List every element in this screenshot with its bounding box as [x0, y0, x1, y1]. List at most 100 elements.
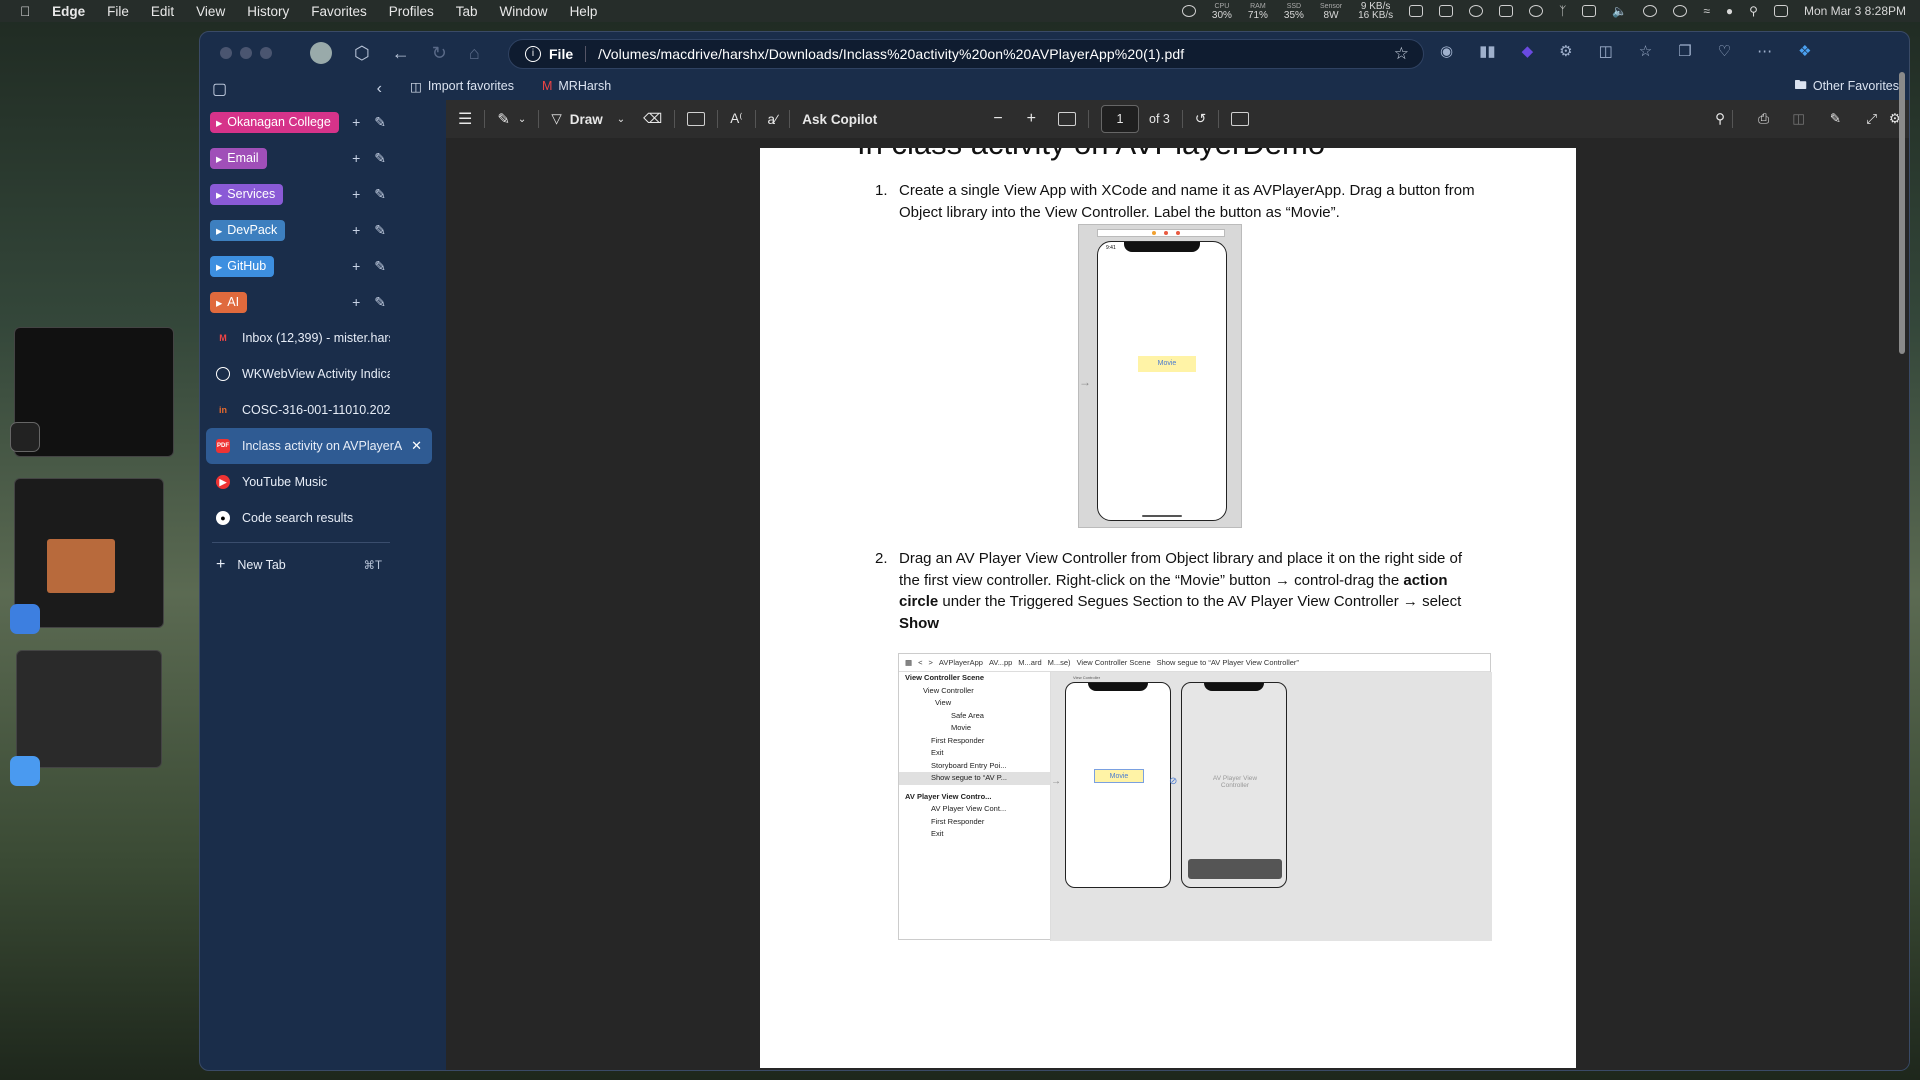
menu-view[interactable]: View — [196, 4, 225, 19]
zoom-in-icon[interactable]: + — [1027, 110, 1036, 128]
maximize-window-button[interactable] — [260, 47, 272, 59]
eraser-icon[interactable]: ⌫ — [643, 111, 662, 127]
favorites-icon[interactable]: ☆ — [1639, 42, 1652, 60]
finder-icon[interactable] — [10, 756, 40, 786]
draw-dropdown-icon[interactable]: ⌄ — [617, 114, 625, 125]
collapse-sidebar-icon[interactable]: ‹ — [377, 80, 382, 98]
status-icon[interactable] — [1181, 5, 1196, 17]
volume-icon[interactable]: 🔈 — [1612, 4, 1627, 18]
group-pill[interactable]: ▸ Email — [210, 147, 267, 169]
tab-gmail-inbox[interactable]: M Inbox (12,399) - mister.harshkumar — [200, 320, 390, 356]
apple-icon[interactable]:  — [20, 4, 30, 19]
close-window-button[interactable] — [220, 47, 232, 59]
page-view-icon[interactable] — [1231, 112, 1250, 126]
contents-icon[interactable]: ☰ — [458, 109, 472, 129]
pdf-scrollbar[interactable] — [1899, 72, 1905, 354]
url-text[interactable]: /Volumes/macdrive/harshx/Downloads/Incla… — [598, 46, 1184, 62]
tab-group-github[interactable]: ▸ GitHub + ✎ — [200, 248, 400, 284]
zoom-out-icon[interactable]: − — [993, 110, 1002, 128]
group-pill[interactable]: ▸ Okanagan College — [210, 111, 339, 133]
draw-button[interactable]: Draw — [570, 112, 603, 127]
save-icon[interactable]: ◫ — [1792, 111, 1805, 127]
menu-favorites[interactable]: Favorites — [311, 4, 367, 19]
mrharsh-favorite[interactable]: M MRHarsh — [542, 79, 611, 93]
page-number-input[interactable]: 1 — [1101, 105, 1139, 133]
ssd-stat[interactable]: SSD 35% — [1284, 2, 1304, 21]
add-tab-icon[interactable]: + — [352, 258, 360, 275]
cpu-stat[interactable]: CPU 30% — [1212, 2, 1232, 21]
fullscreen-icon[interactable]: ⤢ — [1866, 111, 1877, 127]
tab-code-search[interactable]: ● Code search results — [200, 500, 390, 536]
edit-group-icon[interactable]: ✎ — [374, 222, 386, 239]
new-tab-button[interactable]: + New Tab ⌘T — [200, 549, 400, 581]
menu-datetime[interactable]: Mon Mar 3 8:28PM — [1804, 4, 1906, 18]
bluetooth-icon[interactable]: ᛉ — [1559, 4, 1566, 18]
menu-file[interactable]: File — [107, 4, 129, 19]
tab-youtube-music[interactable]: ▶ YouTube Music — [200, 464, 390, 500]
copilot-icon[interactable]: ❖ — [1798, 42, 1811, 60]
person-icon[interactable]: ● — [1726, 4, 1733, 18]
group-pill[interactable]: ▸ GitHub — [210, 255, 275, 277]
address-bar[interactable]: i File /Volumes/macdrive/harshx/Download… — [508, 39, 1424, 69]
edit-group-icon[interactable]: ✎ — [374, 150, 386, 167]
more-menu-icon[interactable]: ⋯ — [1757, 42, 1772, 60]
collections-icon[interactable]: ❐ — [1678, 42, 1691, 60]
tab-wkwebview[interactable]: WKWebView Activity Indicator C — [200, 356, 390, 392]
close-tab-icon[interactable]: ✕ — [411, 438, 422, 454]
clock-icon[interactable] — [1469, 5, 1484, 17]
add-tab-icon[interactable]: + — [352, 114, 360, 131]
print-icon[interactable]: ⎙ — [1758, 111, 1769, 127]
search-icon[interactable]: ⚲ — [1715, 111, 1725, 127]
add-tab-icon[interactable]: + — [352, 222, 360, 239]
battery-icon[interactable] — [1439, 5, 1454, 17]
screen-icon[interactable] — [1499, 5, 1514, 17]
add-tab-icon[interactable]: + — [352, 294, 360, 311]
display-icon[interactable] — [1409, 5, 1424, 17]
tab-inclass-activity[interactable]: PDF Inclass activity on AVPlayerApp ✕ — [206, 428, 432, 464]
edit-group-icon[interactable]: ✎ — [374, 186, 386, 203]
save-as-icon[interactable]: ✎ — [1830, 111, 1841, 127]
profile-avatar[interactable] — [310, 42, 332, 64]
edit-group-icon[interactable]: ✎ — [374, 258, 386, 275]
add-tab-icon[interactable]: + — [352, 150, 360, 167]
highlight-dropdown-icon[interactable]: ⌄ — [518, 114, 526, 125]
split-screen-icon[interactable]: ◫ — [1599, 42, 1613, 60]
workspaces-icon[interactable]: ⬡ — [354, 43, 370, 64]
browser-essentials-icon[interactable]: ♡ — [1718, 42, 1731, 60]
tab-group-email[interactable]: ▸ Email + ✎ — [200, 140, 400, 176]
menu-help[interactable]: Help — [570, 4, 598, 19]
app-window-thumbnail[interactable] — [16, 650, 162, 768]
ask-copilot-button[interactable]: Ask Copilot — [802, 112, 877, 127]
tab-actions-icon[interactable]: ▢ — [212, 79, 227, 99]
highlight-icon[interactable]: ✎ — [497, 110, 510, 128]
group-pill[interactable]: ▸ Services — [210, 183, 284, 205]
cast-icon[interactable] — [1582, 5, 1597, 17]
other-favorites[interactable]: 🖿 Other Favorites — [1794, 76, 1899, 97]
network-stat[interactable]: 9 KB/s 16 KB/s — [1358, 2, 1393, 21]
tab-cosc-316[interactable]: in COSC-316-001-11010.202510: S — [200, 392, 390, 428]
ram-stat[interactable]: RAM 71% — [1248, 2, 1268, 21]
copilot-app-icon[interactable] — [10, 604, 40, 634]
extension-owl-icon[interactable]: ◉ — [1440, 42, 1453, 60]
wifi-icon[interactable]: ≈ — [1703, 4, 1710, 18]
spotlight-icon[interactable]: ⚲ — [1749, 4, 1758, 18]
refresh-icon[interactable]: ↻ — [432, 43, 447, 64]
terminal-icon[interactable] — [10, 422, 40, 452]
control-center-icon[interactable] — [1773, 5, 1788, 17]
play-icon[interactable] — [1643, 5, 1658, 17]
info-icon[interactable]: i — [525, 46, 541, 62]
favorite-star-icon[interactable]: ☆ — [1394, 44, 1409, 64]
rotate-icon[interactable]: ↺ — [1195, 111, 1206, 127]
menu-edit[interactable]: Edit — [151, 4, 174, 19]
edit-group-icon[interactable]: ✎ — [374, 114, 386, 131]
sensor-stat[interactable]: Sensor 8W — [1320, 2, 1342, 21]
menu-window[interactable]: Window — [500, 4, 548, 19]
extension-media-icon[interactable]: ▮▮ — [1479, 42, 1496, 60]
menu-profiles[interactable]: Profiles — [389, 4, 434, 19]
tab-group-devpack[interactable]: ▸ DevPack + ✎ — [200, 212, 400, 248]
group-pill[interactable]: ▸ DevPack — [210, 219, 286, 241]
fit-width-icon[interactable] — [1058, 112, 1076, 126]
user-icon[interactable] — [1673, 5, 1688, 17]
draw-icon[interactable]: ▽ — [551, 111, 561, 127]
tab-group-ai[interactable]: ▸ AI + ✎ — [200, 284, 400, 320]
